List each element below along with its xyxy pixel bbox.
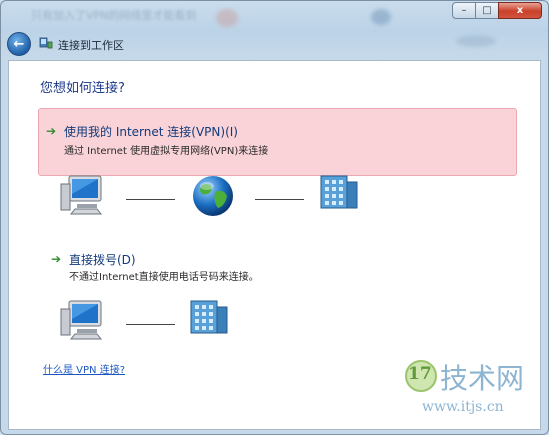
- option-dialup-description: 不通过Internet直接使用电话号码来连接。: [69, 272, 259, 283]
- window-title: 只有加入了VPN的网络里才能看到: [31, 9, 197, 22]
- computer-icon: [60, 175, 103, 215]
- background-blur-shape: [456, 35, 496, 47]
- option-dialup-title[interactable]: 直接拨号(D): [69, 251, 136, 268]
- watermark-title: 技术网: [440, 362, 525, 395]
- green-arrow-icon: ➔: [46, 124, 57, 138]
- back-button[interactable]: ←: [7, 32, 31, 56]
- close-button[interactable]: x: [498, 2, 542, 19]
- background-blur-shape: [371, 9, 391, 25]
- dialog-window: 只有加入了VPN的网络里才能看到 – □ x ← 连接到工作区 您想如何连接? …: [0, 0, 549, 435]
- watermark-url: www.itjs.cn: [422, 399, 504, 415]
- server-building-icon: [320, 175, 358, 209]
- network-connection-icon: [39, 37, 53, 49]
- green-arrow-icon: ➔: [51, 252, 62, 266]
- connection-line: [126, 324, 175, 325]
- connection-line: [255, 199, 304, 200]
- maximize-button[interactable]: □: [475, 2, 499, 19]
- option-vpn-title: 使用我的 Internet 连接(VPN)(I): [64, 125, 238, 139]
- watermark: 17 技术网 www.itjs.cn: [404, 355, 544, 425]
- computer-icon: [60, 300, 103, 340]
- page-title: 连接到工作区: [58, 39, 124, 52]
- caption-buttons: – □ x: [452, 2, 542, 19]
- option-vpn-description: 通过 Internet 使用虚拟专用网络(VPN)来连接: [64, 146, 269, 157]
- background-blur-shape: [216, 9, 238, 27]
- minimize-button[interactable]: –: [452, 2, 476, 19]
- section-heading: 您想如何连接?: [40, 81, 125, 96]
- navigation-bar: ← 连接到工作区: [1, 29, 548, 59]
- what-is-vpn-link[interactable]: 什么是 VPN 连接?: [43, 361, 125, 376]
- connection-line: [126, 199, 175, 200]
- title-bar: 只有加入了VPN的网络里才能看到 – □ x: [1, 1, 548, 29]
- globe-icon: [193, 176, 233, 216]
- watermark-logo-text: 17: [408, 364, 432, 384]
- back-arrow-icon: ←: [13, 36, 25, 52]
- server-building-icon: [190, 300, 228, 334]
